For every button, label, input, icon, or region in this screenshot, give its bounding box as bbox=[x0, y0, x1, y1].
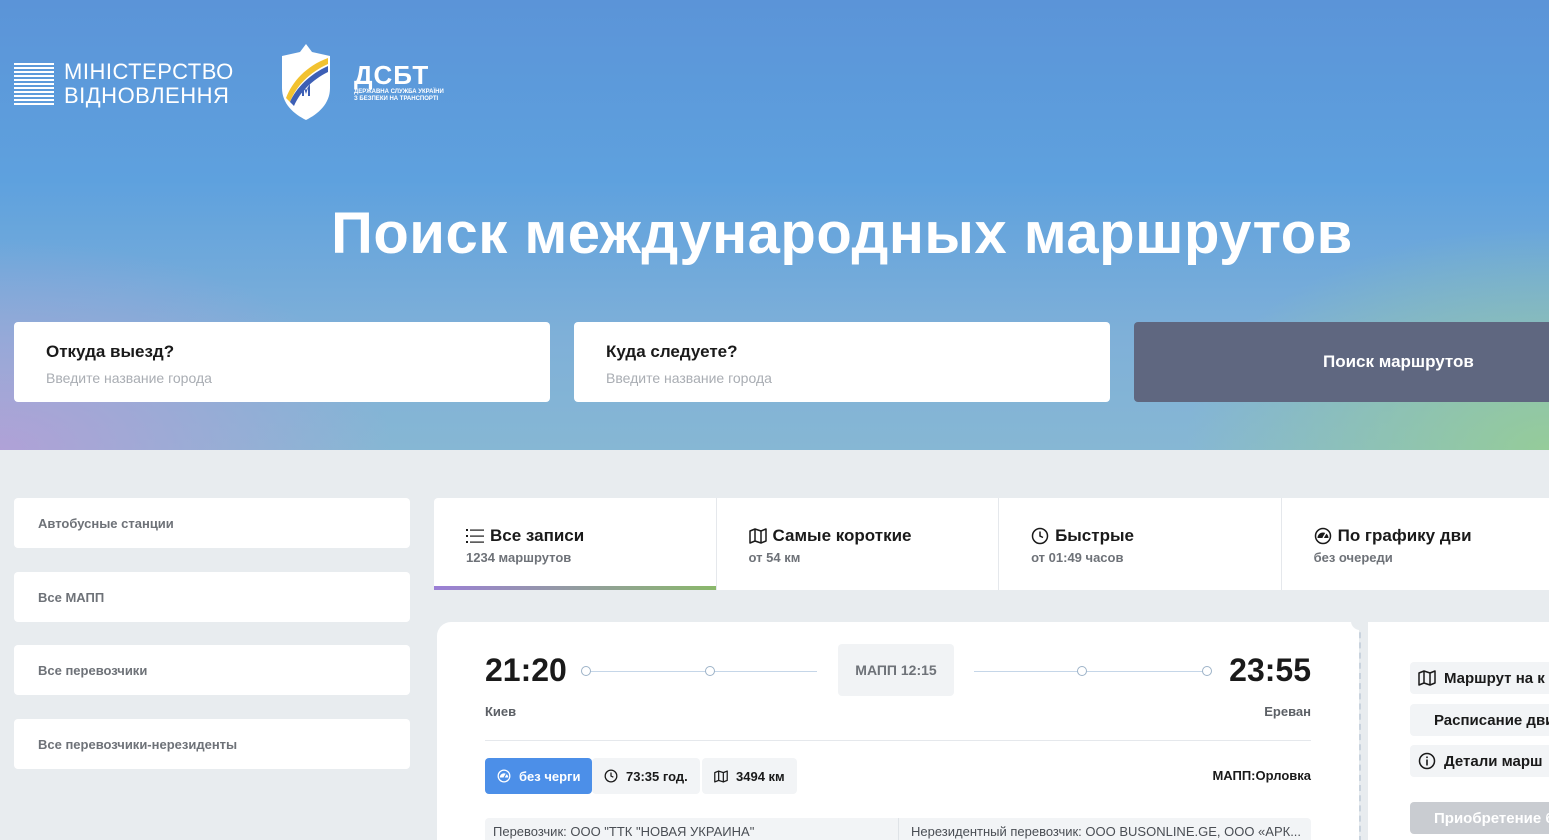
distance-chip: 3494 км bbox=[702, 758, 797, 794]
ticket-notch bbox=[1351, 612, 1369, 630]
route-dot bbox=[705, 666, 715, 676]
carriers-row: Перевозчик: ООО "ТТК "НОВАЯ УКРАИНА" Нер… bbox=[485, 818, 1311, 840]
route-dot bbox=[1077, 666, 1087, 676]
carrier-name: Перевозчик: ООО "ТТК "НОВАЯ УКРАИНА" bbox=[493, 824, 755, 839]
page-title: Поиск международных маршрутов bbox=[331, 201, 1353, 266]
ministry-logo-line1: МІНІСТЕРСТВО bbox=[64, 59, 234, 84]
sidebar-item-all-carriers[interactable]: Все перевозчики bbox=[14, 645, 410, 695]
sidebar-item-nonresident-carriers[interactable]: Все перевозчики-нерезиденты bbox=[14, 719, 410, 769]
tab-by-schedule-sub: без очереди bbox=[1313, 550, 1393, 565]
tab-fast-sub: от 01:49 часов bbox=[1031, 550, 1124, 565]
queue-status-chip[interactable]: без черги bbox=[485, 758, 593, 794]
tab-fast[interactable]: Быстрые от 01:49 часов bbox=[999, 498, 1282, 590]
clock-icon bbox=[1031, 527, 1049, 545]
arrive-city: Ереван bbox=[1264, 704, 1311, 719]
nonresident-carrier-name: Нерезидентный перевозчик: ООО BUSONLINE.… bbox=[898, 818, 1311, 840]
depart-city: Киев bbox=[485, 704, 517, 719]
card-divider bbox=[485, 740, 1311, 741]
route-tabs: Все записи 1234 маршрутов Самые короткие… bbox=[434, 498, 1549, 590]
route-card[interactable]: 21:20 Киев МАПП 12:15 23:55 Ереван без ч… bbox=[437, 622, 1359, 840]
route-dot bbox=[1202, 666, 1212, 676]
dsbt-logo-title: ДСБТ bbox=[354, 60, 430, 90]
tab-all-records-label: Все записи bbox=[490, 526, 585, 545]
ticket-perforation bbox=[1359, 622, 1361, 840]
to-input[interactable] bbox=[606, 370, 1078, 386]
info-icon bbox=[1418, 752, 1436, 770]
buy-ticket-button[interactable]: Приобретение б bbox=[1410, 802, 1549, 834]
ministry-logo[interactable]: МІНІСТЕРСТВО ВІДНОВЛЕННЯ bbox=[14, 60, 234, 108]
tab-shortest[interactable]: Самые короткие от 54 км bbox=[717, 498, 1000, 590]
schedule-button[interactable]: Расписание дви bbox=[1410, 704, 1549, 736]
route-dot bbox=[581, 666, 591, 676]
depart-time: 21:20 bbox=[485, 652, 567, 688]
tab-all-records-sub: 1234 маршрутов bbox=[466, 550, 572, 565]
tab-by-schedule[interactable]: По графику дви без очереди bbox=[1282, 498, 1549, 590]
arrive-time: 23:55 bbox=[1229, 652, 1311, 688]
sidebar-item-bus-stations[interactable]: Автобусные станции bbox=[14, 498, 410, 548]
dsbt-logo-subtitle-1: ДЕРЖАВНА СЛУЖБА УКРАЇНИ bbox=[354, 89, 444, 95]
map-icon bbox=[748, 528, 767, 544]
route-map-button[interactable]: Маршрут на к bbox=[1410, 662, 1549, 694]
route-track-left bbox=[587, 671, 817, 672]
tab-by-schedule-label: По графику дви bbox=[1337, 526, 1472, 545]
route-details-label: Детали марш bbox=[1444, 752, 1543, 770]
mapp-location: МАПП:Орловка bbox=[1212, 768, 1311, 783]
clock-icon bbox=[604, 769, 618, 783]
tab-all-records[interactable]: Все записи 1234 маршрутов bbox=[434, 498, 717, 590]
distance-label: 3494 км bbox=[736, 768, 785, 784]
search-routes-button[interactable]: Поиск маршрутов bbox=[1134, 322, 1549, 402]
tab-shortest-sub: от 54 км bbox=[748, 550, 801, 565]
from-label: Откуда выезд? bbox=[46, 342, 175, 361]
ministry-logo-icon bbox=[14, 63, 54, 105]
dsbt-logo-subtitle-2: З БЕЗПЕКИ НА ТРАНСПОРТІ bbox=[354, 96, 439, 102]
gauge-icon bbox=[497, 769, 511, 783]
to-label: Куда следуете? bbox=[606, 342, 738, 361]
dsbt-logo[interactable]: ДСБТ ДЕРЖАВНА СЛУЖБА УКРАЇНИ З БЕЗПЕКИ Н… bbox=[278, 42, 444, 122]
mapp-time-badge: МАПП 12:15 bbox=[838, 644, 954, 696]
duration-label: 73:35 год. bbox=[626, 768, 688, 784]
route-map-label: Маршрут на к bbox=[1444, 669, 1545, 687]
shield-icon bbox=[282, 44, 330, 120]
to-field[interactable]: Куда следуете? bbox=[574, 322, 1110, 402]
duration-chip: 73:35 год. bbox=[592, 758, 700, 794]
map-icon bbox=[714, 769, 728, 783]
queue-status-label: без черги bbox=[519, 768, 581, 784]
sidebar-item-all-mapp[interactable]: Все МАПП bbox=[14, 572, 410, 622]
tab-fast-label: Быстрые bbox=[1055, 526, 1134, 545]
list-icon bbox=[466, 529, 484, 543]
route-actions-panel: Маршрут на к Расписание дви Детали марш … bbox=[1368, 622, 1549, 840]
from-field[interactable]: Откуда выезд? bbox=[14, 322, 550, 402]
route-track-right bbox=[974, 671, 1210, 672]
map-icon bbox=[1418, 670, 1436, 686]
schedule-label: Расписание дви bbox=[1434, 711, 1549, 729]
tab-shortest-label: Самые короткие bbox=[772, 526, 912, 545]
route-details-button[interactable]: Детали марш bbox=[1410, 745, 1549, 777]
ministry-logo-line2: ВІДНОВЛЕННЯ bbox=[64, 83, 230, 108]
from-input[interactable] bbox=[46, 370, 518, 386]
gauge-icon bbox=[1314, 527, 1331, 545]
